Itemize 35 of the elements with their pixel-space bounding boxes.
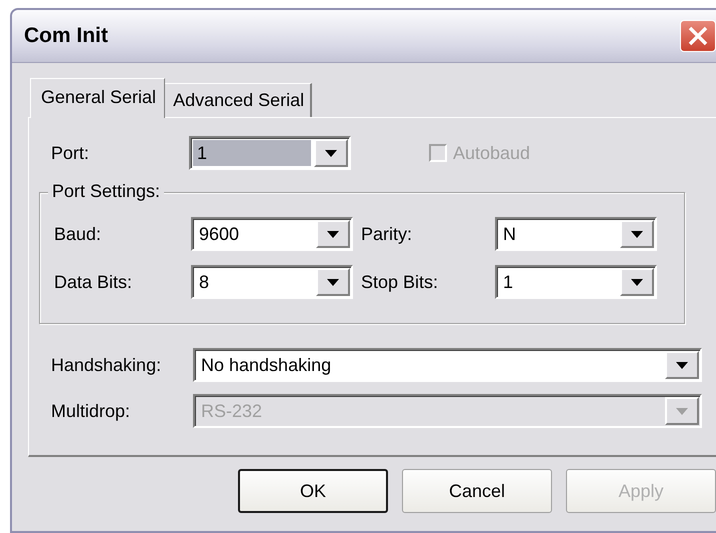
checkbox-label: Autobaud [453, 142, 530, 164]
group-title: Port Settings: [48, 181, 164, 202]
dropdown-field[interactable]: No handshaking [193, 348, 702, 382]
field-label: Parity: [360, 224, 414, 244]
dropdown-button[interactable] [314, 139, 348, 167]
window-title: Com Init [24, 24, 108, 48]
dropdown-button[interactable] [620, 220, 654, 248]
dropdown-field[interactable]: 1 [189, 136, 351, 170]
field-label: Data Bits: [54, 272, 134, 292]
dialog-button[interactable]: Cancel [402, 469, 552, 513]
dropdown-field[interactable]: 8 [191, 265, 353, 299]
dropdown-button[interactable] [665, 351, 699, 379]
caret-icon [327, 278, 339, 286]
field-label: Stop Bits: [360, 272, 440, 292]
dialog-button[interactable]: OK [238, 469, 388, 513]
tab[interactable]: Advanced Serial [165, 83, 312, 117]
dropdown-button[interactable] [316, 220, 350, 248]
dropdown-field[interactable]: 9600 [191, 217, 353, 251]
dropdown-field[interactable]: 1 [495, 265, 657, 299]
dropdown-button[interactable] [620, 268, 654, 296]
close-button[interactable] [680, 20, 716, 52]
caret-icon [325, 150, 337, 156]
dropdown-button[interactable] [316, 268, 350, 296]
field-label: Handshaking: [50, 354, 162, 376]
field-label: Port: [50, 142, 90, 164]
field-label: Multidrop: [50, 400, 132, 422]
caret-icon [676, 408, 688, 414]
field-label: Baud: [54, 224, 102, 244]
caret-icon [631, 278, 643, 286]
tab[interactable]: General Serial [30, 78, 166, 118]
close-icon [687, 25, 709, 47]
caret-icon [631, 230, 643, 238]
caret-icon [676, 362, 688, 368]
dropdown-field[interactable]: N [495, 217, 657, 251]
caret-icon [327, 230, 339, 238]
